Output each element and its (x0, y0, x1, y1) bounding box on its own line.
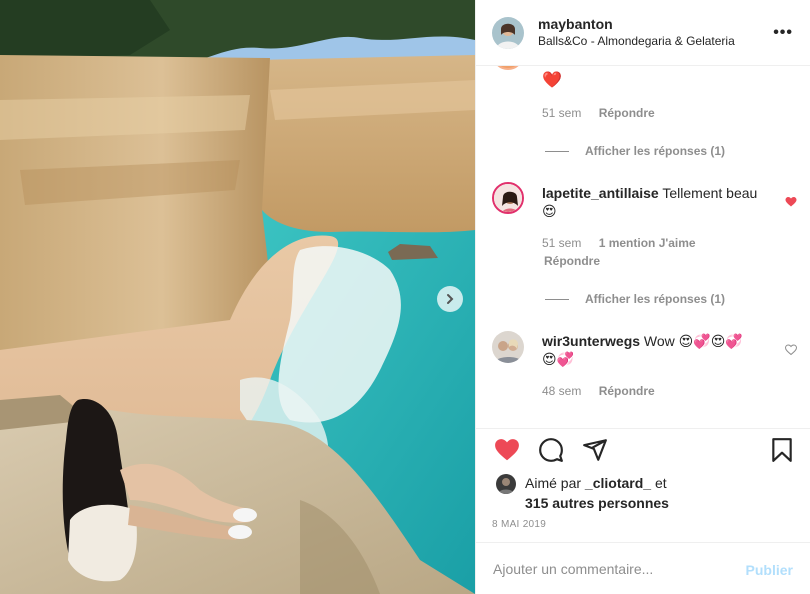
next-photo-button[interactable] (437, 286, 463, 312)
add-comment-bar: Publier (476, 542, 810, 594)
heart-filled-icon[interactable] (494, 437, 520, 463)
comments-list[interactable]: ❤️ 51 sem Répondre Afficher les réponses… (476, 66, 810, 428)
comment-emoji: 😍💞 (542, 351, 575, 367)
comment-input[interactable] (493, 560, 733, 577)
post-date[interactable]: 8 MAI 2019 (492, 519, 546, 530)
divider-line (545, 298, 569, 300)
liked-by-joiner: et (654, 475, 667, 491)
share-icon[interactable] (582, 437, 608, 463)
commenter-avatar[interactable] (492, 182, 524, 214)
beach-cliff-photo (0, 0, 475, 594)
comment-icon[interactable] (538, 437, 564, 463)
comment-meta-reply: Répondre (544, 254, 600, 268)
liker-avatar[interactable] (496, 474, 516, 494)
comment-time: 48 sem (542, 384, 582, 398)
comment-partial-text: ❤️ (542, 72, 562, 89)
view-replies-label: Afficher les réponses (1) (585, 292, 726, 306)
comment-likes-count[interactable]: 1 mention J'aime (599, 236, 696, 250)
comment-emoji: 😍 (542, 203, 557, 219)
publish-button[interactable]: Publier (746, 562, 793, 578)
more-horizontal-icon[interactable]: ••• (773, 24, 793, 42)
comment-text: Tellement beau (662, 185, 758, 201)
chevron-right-icon (447, 294, 454, 304)
comment-like-heart-filled-icon[interactable] (785, 196, 797, 208)
divider-line (545, 150, 569, 152)
post-header: maybanton Balls&Co - Almondegaria & Gela… (476, 0, 810, 66)
reply-link[interactable]: Répondre (599, 106, 655, 120)
likes-others-link[interactable]: 315 autres personnes (525, 495, 669, 511)
comment-body: lapetite_antillaise Tellement beau 😍 (542, 184, 772, 220)
author-username[interactable]: maybanton (538, 16, 735, 33)
commenter-username[interactable]: wir3unterwegs (542, 333, 640, 349)
comment-time: 51 sem (542, 236, 582, 250)
view-replies-button[interactable]: Afficher les réponses (1) (545, 144, 725, 158)
reply-link[interactable]: Répondre (599, 384, 655, 398)
comment-text: Wow (643, 333, 675, 349)
view-replies-button[interactable]: Afficher les réponses (1) (545, 292, 725, 306)
instagram-post: maybanton Balls&Co - Almondegaria & Gela… (0, 0, 810, 594)
comment-body: wir3unterwegs Wow 😍💞😍💞 😍💞 (542, 332, 762, 368)
post-sidebar: maybanton Balls&Co - Almondegaria & Gela… (475, 0, 810, 594)
commenter-username[interactable]: lapetite_antillaise (542, 185, 659, 201)
liked-by-prefix: Aimé par (525, 475, 582, 491)
liker-username[interactable]: _cliotard_ (585, 475, 651, 491)
comment-emoji: 😍💞😍💞 (678, 333, 743, 349)
reply-link[interactable]: Répondre (544, 254, 600, 268)
comment-meta: 48 sem Répondre (542, 384, 655, 398)
post-actions: Aimé par _cliotard_ et 315 autres person… (476, 428, 810, 548)
comment-meta: 51 sem Répondre (542, 106, 655, 120)
comment-like-heart-outline-icon[interactable] (785, 344, 797, 356)
liked-by-text: Aimé par _cliotard_ et 315 autres person… (525, 473, 669, 513)
post-location[interactable]: Balls&Co - Almondegaria & Gelateria (538, 33, 735, 49)
view-replies-label: Afficher les réponses (1) (585, 144, 726, 158)
comment-time: 51 sem (542, 106, 582, 120)
liked-by: Aimé par _cliotard_ et 315 autres person… (496, 473, 669, 513)
bookmark-icon[interactable] (769, 437, 795, 463)
post-photo[interactable] (0, 0, 475, 594)
commenter-avatar[interactable] (492, 331, 524, 363)
author-avatar[interactable] (492, 16, 524, 49)
comment-partial-avatar (492, 66, 524, 70)
comment-meta: 51 sem 1 mention J'aime (542, 236, 696, 250)
